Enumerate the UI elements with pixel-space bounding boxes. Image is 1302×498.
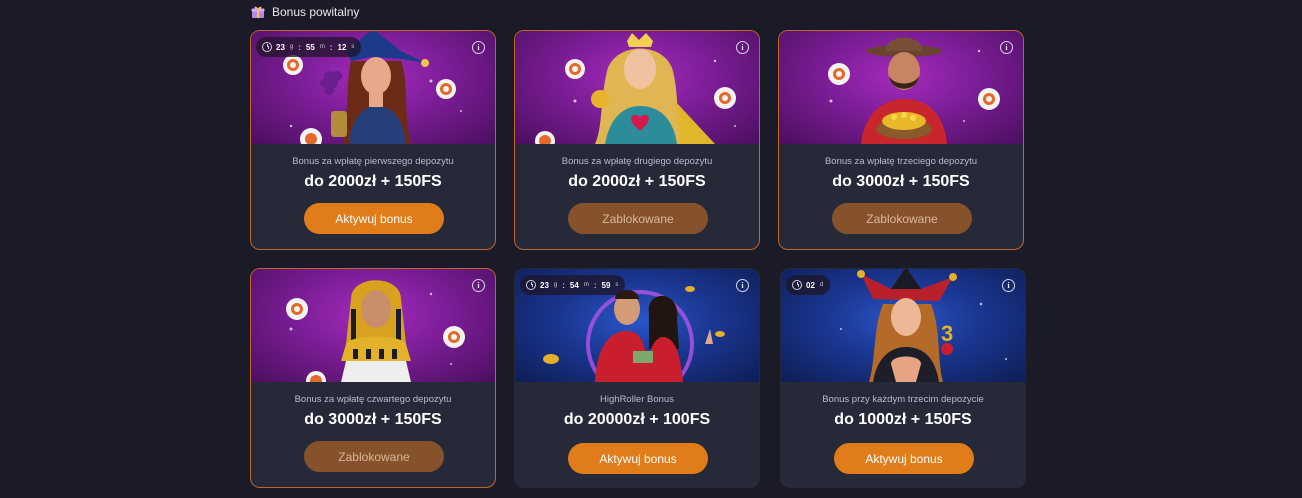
locked-bonus-button[interactable]: Zablokowane (832, 203, 972, 234)
countdown-timer: 23 g : 55 m : 12 s (256, 37, 362, 57)
bonus-card-highroller: 23 g : 54 m : 59 s i HighRoller Bonus do 20… (514, 268, 760, 488)
bonus-subtitle: Bonus za wpłatę drugiego depozytu (561, 156, 713, 167)
bonus-amount: do 1000zł + 150FS (834, 411, 972, 428)
locked-bonus-button[interactable]: Zablokowane (304, 441, 444, 472)
bonus-amount: do 2000zł + 150FS (568, 173, 706, 190)
info-icon[interactable]: i (472, 41, 485, 54)
activate-bonus-button[interactable]: Aktywuj bonus (568, 443, 708, 474)
bonus-subtitle: Bonus za wpłatę trzeciego depozytu (824, 156, 978, 167)
bonus-card-fourth-deposit: i Bonus za wpłatę czwartego depozytu do … (250, 268, 496, 488)
info-icon[interactable]: i (1000, 41, 1013, 54)
section-header: Bonus powitalny (251, 4, 359, 20)
info-icon[interactable]: i (736, 41, 749, 54)
bonus-card-every-third-deposit: 3 02 d i Bonus przy każdym trzecim depozy… (780, 268, 1026, 488)
bonus-card-first-deposit: 23 g : 55 m : 12 s i Bonus za wpłatę pierws… (250, 30, 496, 250)
bonus-art-jester-woman: 23 g : 55 m : 12 s i (251, 31, 495, 144)
bonus-art-queen: i (515, 31, 759, 144)
bonus-amount: do 3000zł + 150FS (832, 173, 970, 190)
info-icon[interactable]: i (1002, 279, 1015, 292)
activate-bonus-button[interactable]: Aktywuj bonus (304, 203, 444, 234)
bonus-subtitle: HighRoller Bonus (600, 394, 674, 405)
gift-icon (251, 6, 265, 18)
bonus-amount: do 3000zł + 150FS (304, 411, 442, 428)
bonus-subtitle: Bonus przy każdym trzecim depozycie (822, 394, 984, 405)
activate-bonus-button[interactable]: Aktywuj bonus (834, 443, 974, 474)
countdown-timer: 02 d (786, 275, 831, 295)
clock-icon (526, 280, 536, 290)
bonus-subtitle: Bonus za wpłatę czwartego depozytu (294, 394, 452, 405)
bonus-subtitle: Bonus za wpłatę pierwszego depozytu (292, 156, 454, 167)
countdown-timer: 23 g : 54 m : 59 s (520, 275, 626, 295)
clock-icon (792, 280, 802, 290)
info-icon[interactable]: i (736, 279, 749, 292)
section-title: Bonus powitalny (272, 5, 360, 19)
bonus-amount: do 20000zł + 100FS (563, 411, 711, 428)
bonus-amount: do 2000zł + 150FS (304, 173, 442, 190)
bonus-art-harlequin: 3 02 d i (781, 269, 1025, 382)
bonus-art-couple: 23 g : 54 m : 59 s i (515, 269, 759, 382)
svg-text:3: 3 (941, 321, 953, 346)
bonus-art-cleopatra: i (251, 269, 495, 382)
info-icon[interactable]: i (472, 279, 485, 292)
bonus-card-third-deposit: i Bonus za wpłatę trzeciego depozytu do … (778, 30, 1024, 250)
bonus-card-second-deposit: i Bonus za wpłatę drugiego depozytu do 2… (514, 30, 760, 250)
clock-icon (262, 42, 272, 52)
locked-bonus-button[interactable]: Zablokowane (568, 203, 708, 234)
bonus-art-cowboy: i (779, 31, 1023, 144)
